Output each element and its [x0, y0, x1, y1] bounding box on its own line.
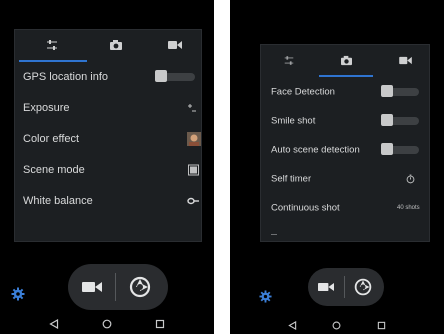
face-detection-toggle[interactable]: [381, 85, 419, 97]
navigation-bar: [230, 317, 444, 333]
setting-self-timer[interactable]: Self timer: [261, 164, 429, 194]
toggle-knob: [155, 70, 167, 82]
setting-auto-scene-detection[interactable]: Auto scene detection: [261, 135, 429, 165]
auto-scene-toggle[interactable]: [381, 143, 419, 155]
setting-continuous-shot[interactable]: Continuous shot 40 shots: [261, 193, 429, 223]
tab-camera[interactable]: [91, 30, 141, 60]
capture-controls: [68, 264, 168, 310]
shutter-icon[interactable]: [129, 276, 151, 298]
setting-gps-location[interactable]: GPS location info: [15, 62, 201, 92]
video-mode-icon[interactable]: [82, 281, 102, 293]
recents-icon[interactable]: [155, 319, 165, 329]
setting-exposure[interactable]: Exposure: [15, 93, 201, 123]
settings-panel: GPS location info Exposure Color effect …: [14, 29, 202, 242]
setting-label: GPS location info: [23, 71, 108, 83]
setting-label: Self timer: [271, 173, 312, 185]
home-icon[interactable]: [102, 319, 112, 329]
sliders-icon: [284, 55, 294, 65]
divider: [344, 276, 345, 298]
divider: [115, 273, 116, 301]
tab-video[interactable]: [385, 45, 425, 75]
setting-label: Scene mode: [23, 164, 85, 176]
continuous-shot-value: 40 shots: [397, 205, 420, 211]
settings-gear-icon[interactable]: [259, 290, 272, 303]
setting-smile-shot[interactable]: Smile shot: [261, 106, 429, 136]
tab-video[interactable]: [155, 30, 195, 60]
setting-label: Color effect: [23, 133, 80, 145]
gps-toggle[interactable]: [155, 70, 195, 82]
settings-tabs: [261, 45, 429, 75]
camera-icon: [340, 55, 352, 65]
tab-camera[interactable]: [324, 45, 368, 75]
home-icon[interactable]: [332, 321, 341, 330]
setting-white-balance[interactable]: White balance: [15, 186, 201, 216]
settings-panel: Face Detection Smile shot Auto scene det…: [260, 44, 430, 242]
setting-label: White balance: [23, 195, 93, 207]
settings-gear-icon[interactable]: [11, 287, 25, 301]
timer-icon: [406, 174, 415, 184]
toggle-knob: [381, 143, 393, 155]
video-icon: [168, 41, 182, 49]
back-icon[interactable]: [288, 320, 297, 330]
toggle-knob: [381, 85, 393, 97]
setting-color-effect[interactable]: Color effect: [15, 124, 201, 154]
camera-icon: [110, 40, 122, 50]
sliders-icon: [47, 40, 57, 50]
shutter-icon[interactable]: [354, 278, 372, 296]
partial-row-edge: [271, 234, 277, 235]
phone-screen-right: Face Detection Smile shot Auto scene det…: [230, 0, 444, 334]
color-effect-thumbnail-icon: [187, 132, 201, 146]
exposure-icon: [188, 104, 196, 112]
white-balance-icon: [187, 197, 199, 205]
tab-general[interactable]: [269, 45, 309, 75]
setting-label: Smile shot: [271, 115, 316, 127]
settings-tabs: [15, 30, 201, 60]
setting-face-detection[interactable]: Face Detection: [261, 77, 429, 107]
navigation-bar: [0, 316, 214, 332]
toggle-knob: [381, 114, 393, 126]
video-mode-icon[interactable]: [318, 282, 334, 292]
phone-screen-left: GPS location info Exposure Color effect …: [0, 0, 214, 334]
setting-scene-mode[interactable]: Scene mode: [15, 155, 201, 185]
capture-controls: [308, 268, 384, 306]
tab-general[interactable]: [27, 30, 77, 60]
smile-shot-toggle[interactable]: [381, 114, 419, 126]
scene-mode-icon: [188, 164, 199, 176]
setting-label: Continuous shot: [271, 202, 340, 214]
recents-icon[interactable]: [377, 321, 386, 330]
setting-label: Auto scene detection: [271, 144, 360, 156]
setting-label: Exposure: [23, 102, 70, 114]
back-icon[interactable]: [49, 319, 59, 329]
video-icon: [398, 56, 412, 64]
setting-label: Face Detection: [271, 86, 335, 98]
